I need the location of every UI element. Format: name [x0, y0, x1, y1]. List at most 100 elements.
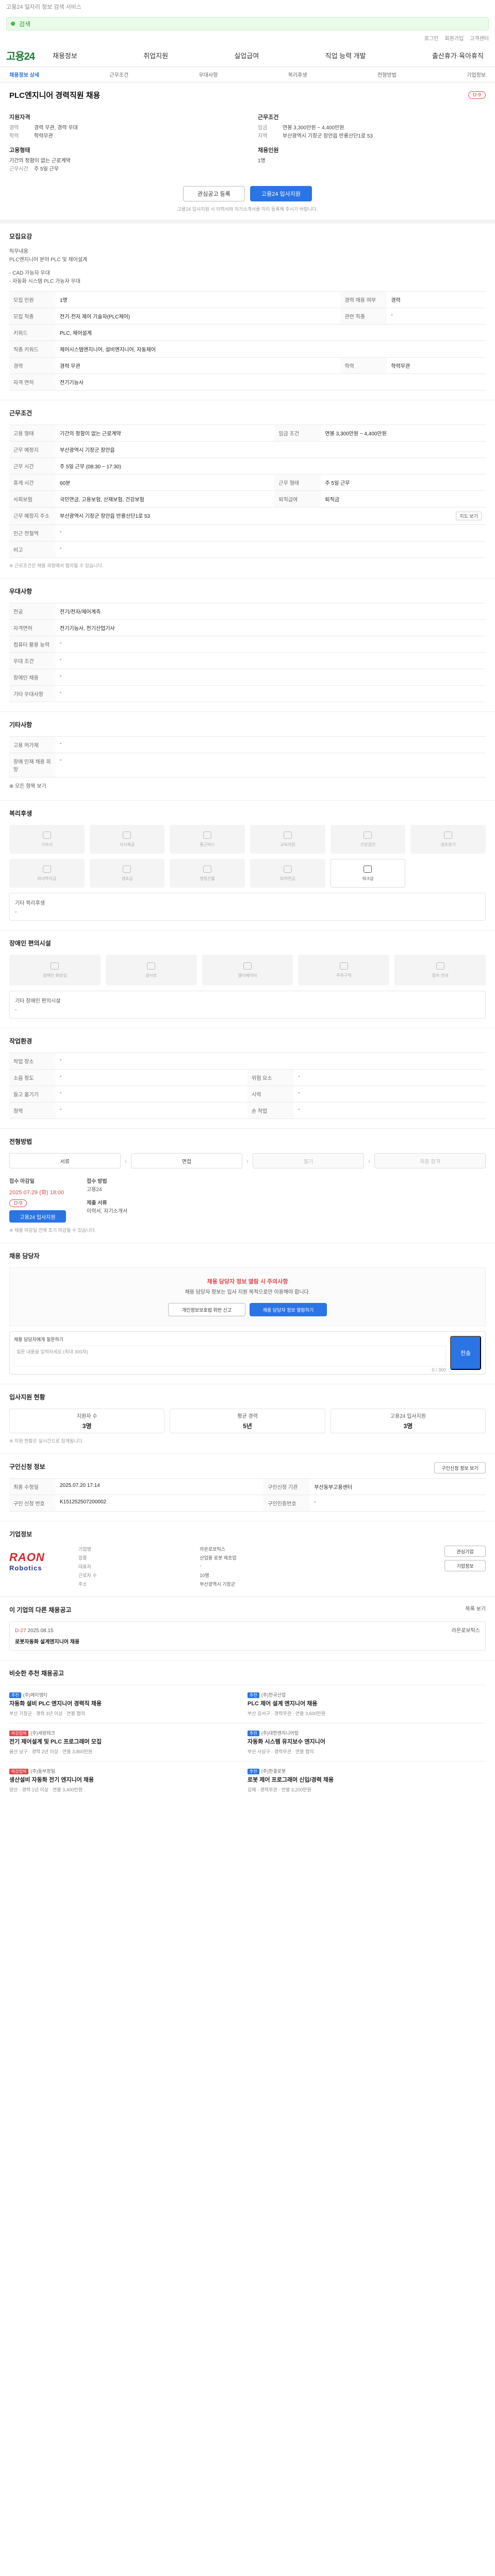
welfare-item: 자녀학자금: [9, 859, 85, 888]
signup-link[interactable]: 회원가입: [444, 34, 464, 44]
other-job-title: 로봇자동화 설계엔지니어 채용: [15, 1639, 80, 1645]
welfare-grid: 기숙사 식사제공 통근버스 교육지원 건강검진 경조휴가 자녀학자금 경조금 명…: [9, 825, 486, 888]
summary-type-heading: 고용형태: [9, 147, 30, 154]
detail-line: - CAD 가능자 우대: [9, 270, 50, 276]
process-apply-button[interactable]: 고용24 입사지원: [9, 1210, 66, 1223]
tab-detail[interactable]: 채용정보 상세: [9, 71, 39, 78]
gnb-item-leave[interactable]: 출산휴가·육아휴직: [427, 50, 489, 60]
summary-headcount-heading: 채용인원: [258, 147, 279, 154]
site-logo[interactable]: 고용24: [6, 48, 47, 63]
summary-type: 기간의 정함이 없는 근로계약: [9, 158, 71, 164]
summary-pay: 임금 연봉 3,300만원 ~ 4,400만원: [258, 125, 344, 131]
etc-more-link[interactable]: 모든 항목 보기: [15, 784, 46, 789]
welfare-item: 건강검진: [330, 825, 406, 854]
section-company: 기업정보 RAON Robotics 기업명 라온로보틱스 업종 산업용 로봇 제조…: [0, 1521, 495, 1597]
status-stats: 지원자 수 3명 평균 경력 5년 고용24 입사지원 3명: [9, 1409, 486, 1433]
company-info-button[interactable]: 기업정보: [444, 1560, 486, 1571]
summary-headcount: 1명: [258, 158, 266, 164]
table-row: 휴게 시간 60분 근무 형태 주 5일 근무: [9, 474, 486, 491]
section-company-title: 기업정보: [9, 1531, 32, 1538]
workshop-icon: [364, 865, 372, 873]
report-button[interactable]: 개인정보보호법 위반 신고: [168, 1303, 245, 1316]
process-note: ※ 채용 마감일 전에 조기 마감될 수 있습니다.: [9, 1228, 96, 1233]
deadline-value: 2025.07.29 (화) 18:00: [9, 1190, 64, 1196]
table-row: 모집 직종 전기·전자 제어 기술자(PLC제어) 관련 직종 -: [9, 308, 486, 325]
job-title: PLC엔지니어 경력직원 채용: [9, 91, 101, 100]
table-row: 근무 시간 주 5일 근무 (08:30 ~ 17:30): [9, 457, 486, 474]
page-root: 고용24 일자리 정보 검색 서비스 검색 로그인 회원가입 고객센터 고용24…: [0, 0, 495, 1808]
meta-button[interactable]: 구인신청 정보 보기: [434, 1462, 486, 1473]
save-job-button[interactable]: 관심공고 등록: [183, 186, 245, 201]
help-link[interactable]: 고객센터: [470, 34, 489, 44]
favorite-company-button[interactable]: 관심기업: [444, 1546, 486, 1557]
method-block: 접수 방법 고용24 제출 서류 이력서, 자기소개서: [87, 1179, 128, 1214]
other-job-card[interactable]: D-27 2025.08.15 로봇자동화 설계엔지니어 채용 라온로보틱스: [9, 1621, 486, 1651]
gnb-item-benefit[interactable]: 실업급여: [229, 50, 264, 60]
section-status: 입사지원 현황 지원자 수 3명 평균 경력 5년 고용24 입사지원 3명 ※ 지원…: [0, 1384, 495, 1454]
section-meta: 구인신청 정보 구인신청 정보 보기 최종 수정일 2025.07.20 17:1…: [0, 1454, 495, 1521]
health-icon: [364, 831, 372, 839]
section-process-title: 전형방법: [9, 1138, 32, 1145]
apply-button[interactable]: 고용24 입사지원: [250, 186, 312, 201]
view-contact-button[interactable]: 채용 담당자 정보 열람하기: [250, 1303, 327, 1316]
tab-prefer[interactable]: 우대사항: [199, 71, 218, 78]
braille-icon: [436, 962, 444, 970]
section-disabled: 장애인 편의시설 장애인 화장실 경사로 엘리베이터 주차구역 점자 안내 기타…: [0, 930, 495, 1028]
question-send-button[interactable]: 전송: [450, 1336, 481, 1370]
bus-icon: [203, 831, 212, 839]
conditions-note: ※ 근로조건은 채용 과정에서 협의될 수 있습니다.: [9, 563, 104, 568]
facility-item: 엘리베이터: [202, 955, 293, 986]
login-link[interactable]: 로그인: [424, 34, 439, 44]
section-recommend-title: 비슷한 추천 채용공고: [9, 1670, 64, 1677]
welfare-item: 식사제공: [89, 825, 165, 854]
arrow-right-icon: ›: [368, 1157, 371, 1165]
table-row: 키워드 PLC, 제어설계: [9, 324, 486, 341]
section-detail: 모집요강 직무내용 PLC엔지니어 분야 PLC 및 제어설계 - CAD 가능…: [0, 224, 495, 400]
detail-subtabs: 채용정보 상세 근무조건 우대사항 복리후생 전형방법 기업정보: [0, 67, 495, 82]
tab-welfare[interactable]: 복리후생: [288, 71, 307, 78]
table-row: 들고 옮기기 - 시력 -: [9, 1086, 486, 1103]
table-row: 직종 키워드 제어시스템엔지니어, 설비엔지니어, 자동제어: [9, 341, 486, 358]
recommend-card[interactable]: 추천 (주)한국산업 PLC 제어 설계 엔지니어 채용 부산 강서구 · 경력무관 …: [248, 1685, 486, 1723]
other-more-link[interactable]: 목록 보기: [465, 1605, 486, 1621]
detail-line: - 자동화 시스템 PLC 가능자 우대: [9, 279, 80, 284]
gnb-item-training[interactable]: 직업 능력 개발: [320, 50, 371, 60]
tab-conditions[interactable]: 근무조건: [109, 71, 128, 78]
recommend-card[interactable]: 추천 (주)한결로봇 로봇 제어 프로그래머 신입/경력 채용 김해 · 경력무관 ·…: [248, 1761, 486, 1799]
summary-area: 지역 부산광역시 기장군 장안읍 반룡산단1로 53: [258, 133, 373, 139]
parking-icon: [339, 962, 348, 970]
recommend-card[interactable]: 추천 (주)에이엠티 자동화 설비 PLC 엔지니어 경력직 채용 부산 기장군 · …: [9, 1685, 248, 1723]
search-input[interactable]: 검색: [6, 17, 489, 30]
table-row: 장애인 채용 -: [9, 669, 486, 686]
gnb-item-support[interactable]: 취업지원: [138, 50, 173, 60]
welfare-item: 명절선물: [170, 859, 245, 888]
leave-icon: [444, 831, 453, 839]
arrow-right-icon: ›: [246, 1157, 249, 1165]
gift-icon: [203, 865, 212, 873]
summary-left: 지원자격 경력 경력 무관, 경력 우대 학력 학력무관 고용형태 기간의 정함이 …: [9, 108, 237, 174]
disabled-extra-box: 기타 장애인 편의시설 -: [9, 991, 486, 1019]
stat-card: 지원자 수 3명: [9, 1409, 165, 1433]
tab-process[interactable]: 전형방법: [377, 71, 397, 78]
tab-company[interactable]: 기업정보: [467, 71, 486, 78]
section-prefer-title: 우대사항: [9, 588, 32, 595]
section-env: 작업환경 작업 장소 - 소음 정도 - 위험 요소 - 들고 옮기기 - 시력 - 청력 - 손…: [0, 1028, 495, 1129]
recommend-card[interactable]: 추천 (주)대한엔지니어링 자동화 시스템 유지보수 엔지니어 부산 사상구 · 경력…: [248, 1723, 486, 1761]
job-summary: 지원자격 경력 경력 무관, 경력 우대 학력 학력무관 고용형태 기간의 정함이 …: [0, 105, 495, 179]
section-contact-title: 채용 담당자: [9, 1252, 40, 1260]
map-button[interactable]: 지도 보기: [456, 512, 482, 520]
question-input[interactable]: 질문 내용을 입력하세요 (최대 300자): [14, 1346, 446, 1366]
recommend-card[interactable]: 마감임박 (주)동부정밀 생산설비 자동화 전기 엔지니어 채용 양산 · 경력 1년…: [9, 1761, 248, 1799]
table-row: 모집 인원 1명 경력 채용 여부 경력: [9, 291, 486, 308]
table-row: 자격 면허 전기기능사: [9, 374, 486, 391]
table-row: 고용 형태 기간의 정함이 없는 근로계약 임금 조건 연봉 3,300만원 ~ 4,…: [9, 425, 486, 442]
env-table: 작업 장소 - 소음 정도 - 위험 요소 - 들고 옮기기 - 시력 - 청력 - 손 작업 -: [9, 1053, 486, 1119]
step-document: 서류: [9, 1153, 121, 1168]
question-box: 채용 담당자에게 질문하기 질문 내용을 입력하세요 (최대 300자) 0 /…: [9, 1331, 486, 1375]
facility-item: 점자 안내: [394, 955, 486, 986]
summary-work: 근무시간 주 5일 근무: [9, 166, 59, 172]
search-icon: [11, 22, 15, 26]
gnb-item-jobs[interactable]: 채용정보: [47, 50, 82, 60]
recommend-card[interactable]: 마감임박 (주)세방테크 전기 제어설계 및 PLC 프로그래머 모집 울산 남구 ·…: [9, 1723, 248, 1761]
company-info: 기업명 라온로보틱스 업종 산업용 로봇 제조업 대표자 - 근로자 수 10명 주소 부…: [78, 1547, 237, 1587]
